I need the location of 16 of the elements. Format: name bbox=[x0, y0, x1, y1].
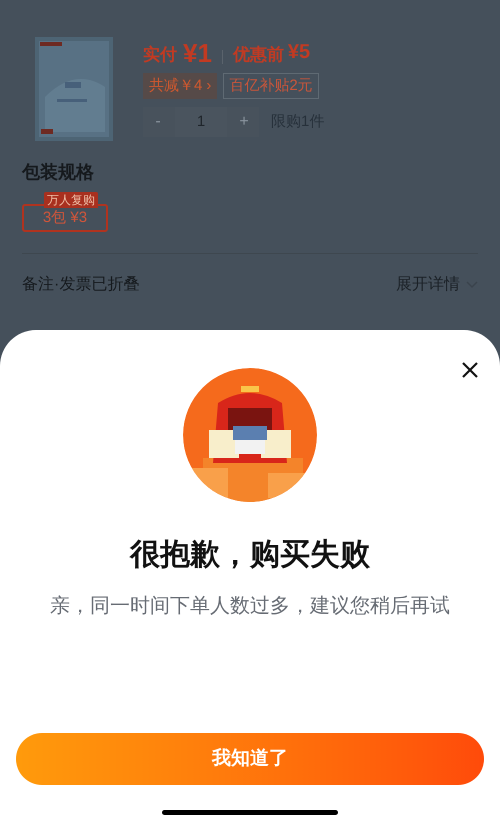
dialog-message: 亲，同一时间下单人数过多，建议您稍后再试 bbox=[50, 594, 450, 619]
notes-label: 备注·发票已折叠 bbox=[22, 274, 140, 295]
section-title: 包装规格 bbox=[22, 161, 95, 184]
confirm-button[interactable]: 我知道了 bbox=[16, 733, 484, 785]
original-price: ¥5 bbox=[288, 40, 310, 65]
subsidy-tag: 百亿补贴2元 bbox=[223, 73, 319, 99]
minus-button[interactable]: - bbox=[143, 107, 173, 137]
close-button[interactable] bbox=[460, 360, 480, 380]
price-label: 实付 bbox=[143, 44, 177, 66]
close-icon bbox=[462, 362, 478, 378]
plus-button[interactable]: + bbox=[229, 107, 259, 137]
price: ¥1 bbox=[183, 39, 212, 67]
discount-button[interactable]: 共减￥4 › bbox=[143, 73, 218, 99]
original-price-label: 优惠前 bbox=[232, 44, 284, 66]
dialog-title: 很抱歉，购买失败 bbox=[130, 537, 370, 573]
badge: 万人复购 bbox=[44, 192, 98, 208]
